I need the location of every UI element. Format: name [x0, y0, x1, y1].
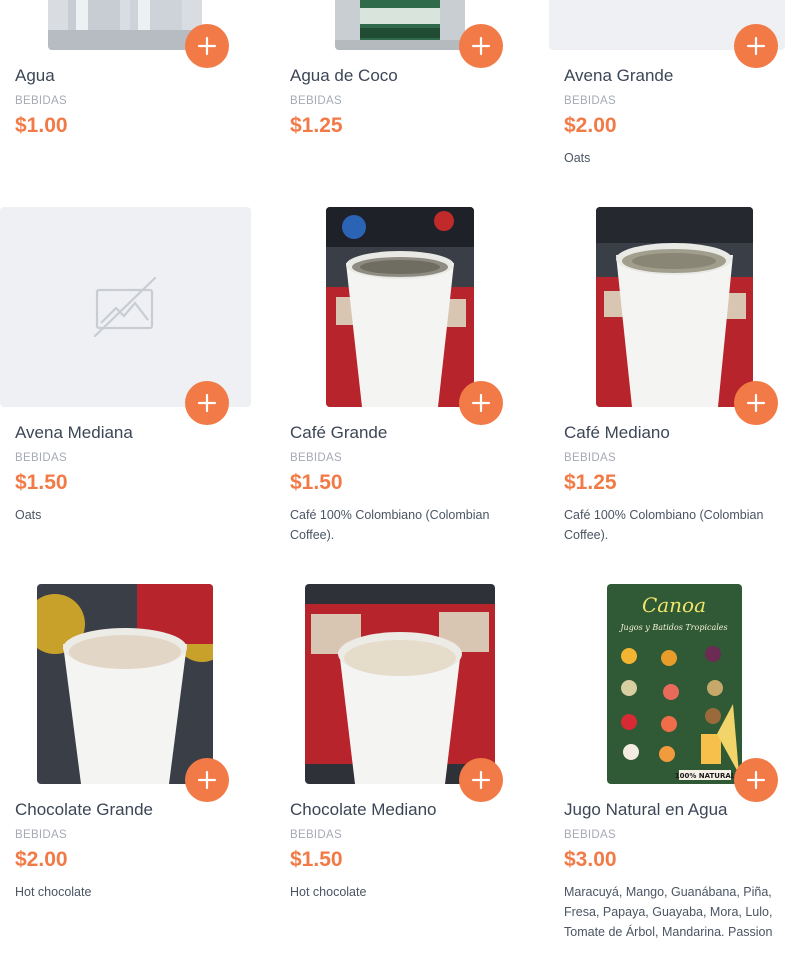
- item-name: Jugo Natural en Agua: [564, 800, 728, 819]
- menu-item-card[interactable]: Café Grande BEBIDAS $1.50 Café 100% Colo…: [275, 207, 525, 567]
- item-price: $1.25: [290, 114, 343, 137]
- item-name: Chocolate Mediano: [290, 800, 437, 819]
- item-description: Hot chocolate: [15, 885, 92, 899]
- item-category: BEBIDAS: [290, 452, 342, 464]
- plus-icon: [746, 393, 766, 413]
- item-price: $3.00: [564, 848, 617, 871]
- menu-item-card[interactable]: Café Mediano BEBIDAS $1.25 Café 100% Col…: [549, 207, 785, 567]
- item-category: BEBIDAS: [15, 95, 67, 107]
- product-image: [326, 207, 474, 407]
- item-name: Café Mediano: [564, 423, 670, 442]
- item-description: Maracuyá, Mango, Guanábana, Piña, Fresa,…: [564, 885, 773, 939]
- item-name: Café Grande: [290, 423, 388, 442]
- item-name: Avena Grande: [564, 66, 674, 85]
- item-name: Chocolate Grande: [15, 800, 153, 819]
- add-to-cart-button[interactable]: [459, 381, 503, 425]
- item-category: BEBIDAS: [564, 452, 616, 464]
- item-price: $1.50: [15, 471, 68, 494]
- menu-item-card[interactable]: Canoa Jugos y Batidos Tropicales 100% NA…: [549, 584, 785, 971]
- item-description: Café 100% Colombiano (Colombian Coffee).: [290, 508, 490, 542]
- add-to-cart-button[interactable]: [185, 24, 229, 68]
- plus-icon: [471, 770, 491, 790]
- add-to-cart-button[interactable]: [734, 381, 778, 425]
- menu-item-card[interactable]: Avena Mediana BEBIDAS $1.50 Oats: [0, 207, 251, 567]
- add-to-cart-button[interactable]: [459, 758, 503, 802]
- plus-icon: [471, 36, 491, 56]
- plus-icon: [471, 393, 491, 413]
- item-price: $1.50: [290, 848, 343, 871]
- add-to-cart-button[interactable]: [185, 758, 229, 802]
- plus-icon: [197, 36, 217, 56]
- plus-icon: [746, 36, 766, 56]
- poster-brand: Canoa: [642, 593, 706, 617]
- item-category: BEBIDAS: [15, 829, 67, 841]
- item-price: $2.00: [564, 114, 617, 137]
- item-category: BEBIDAS: [290, 829, 342, 841]
- add-to-cart-button[interactable]: [459, 24, 503, 68]
- item-category: BEBIDAS: [15, 452, 67, 464]
- poster-headline: Jugos y Batidos Tropicales: [618, 623, 727, 632]
- item-description: Oats: [564, 151, 591, 165]
- product-image: [37, 584, 213, 784]
- menu-item-card[interactable]: Chocolate Grande BEBIDAS $2.00 Hot choco…: [0, 584, 250, 971]
- item-category: BEBIDAS: [564, 95, 616, 107]
- item-price: $1.00: [15, 114, 68, 137]
- item-price: $1.50: [290, 471, 343, 494]
- menu-item-card[interactable]: Chocolate Mediano BEBIDAS $1.50 Hot choc…: [275, 584, 525, 971]
- no-image-icon: [93, 276, 157, 338]
- plus-icon: [746, 770, 766, 790]
- item-price: $2.00: [15, 848, 68, 871]
- item-price: $1.25: [564, 471, 617, 494]
- item-category: BEBIDAS: [290, 95, 342, 107]
- item-name: Avena Mediana: [15, 423, 133, 442]
- item-description: Hot chocolate: [290, 885, 367, 899]
- item-category: BEBIDAS: [564, 829, 616, 841]
- item-name: Agua: [15, 66, 55, 85]
- product-image: [596, 207, 753, 407]
- add-to-cart-button[interactable]: [734, 758, 778, 802]
- add-to-cart-button[interactable]: [734, 24, 778, 68]
- product-image: [305, 584, 495, 784]
- menu-item-card[interactable]: Agua de Coco BEBIDAS $1.25: [275, 0, 525, 190]
- menu-item-card[interactable]: Agua BEBIDAS $1.00: [0, 0, 250, 190]
- poster-badge: 100% NATURAL: [675, 772, 736, 780]
- product-image-placeholder: [0, 207, 251, 407]
- product-image: [48, 0, 202, 50]
- item-description: Café 100% Colombiano (Colombian Coffee).: [564, 508, 764, 542]
- item-description: Oats: [15, 508, 42, 522]
- add-to-cart-button[interactable]: [185, 381, 229, 425]
- product-image: Canoa Jugos y Batidos Tropicales 100% NA…: [607, 584, 742, 784]
- plus-icon: [197, 770, 217, 790]
- product-image: [335, 0, 465, 50]
- plus-icon: [197, 393, 217, 413]
- menu-item-card[interactable]: Avena Grande BEBIDAS $2.00 Oats: [549, 0, 785, 190]
- item-name: Agua de Coco: [290, 66, 398, 85]
